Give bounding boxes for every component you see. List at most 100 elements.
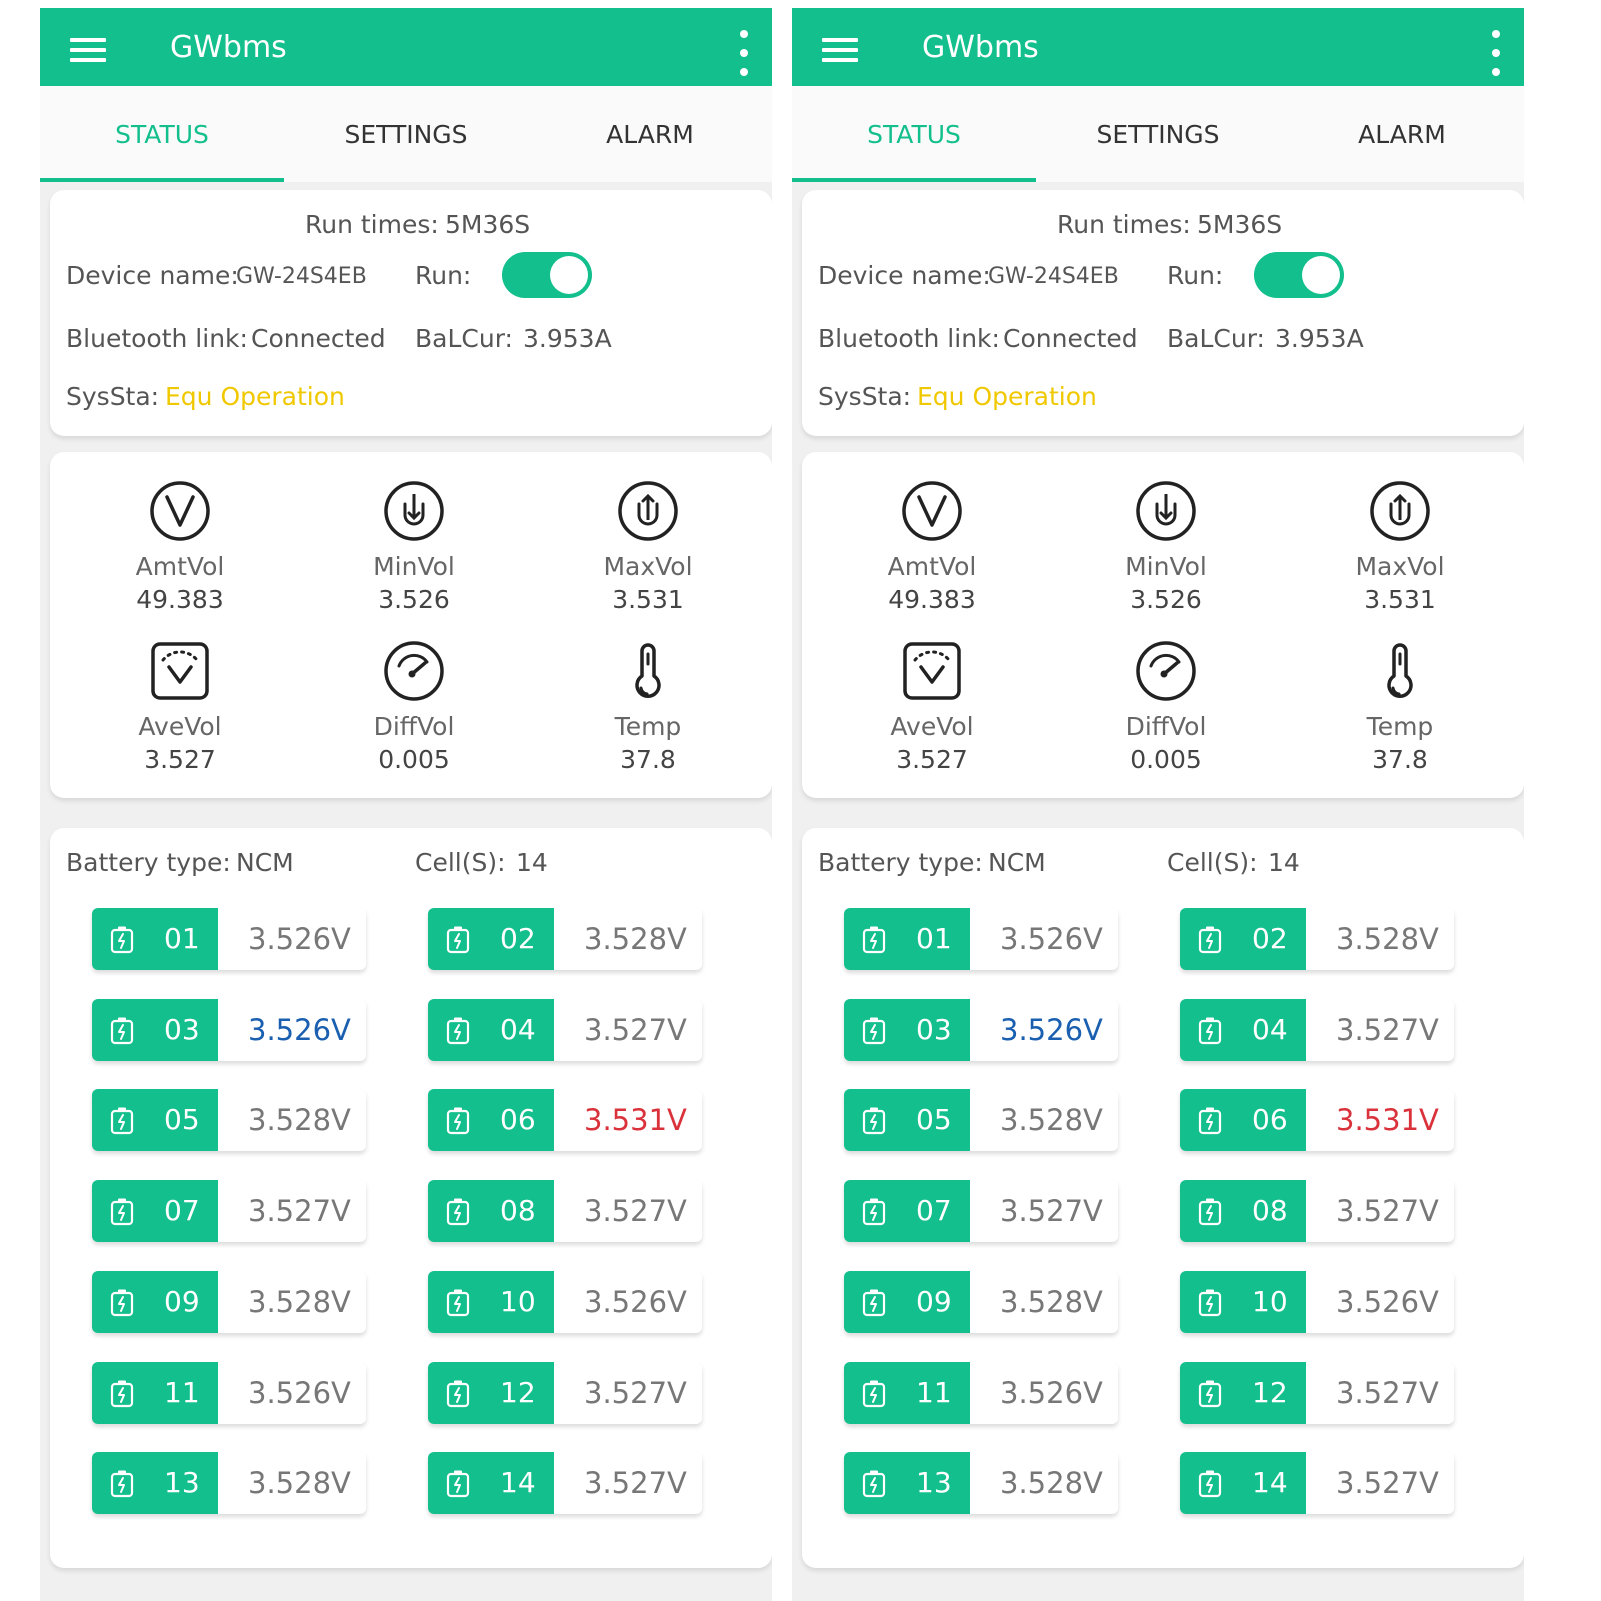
cell-number: 01 [164, 922, 200, 955]
cell-number: 09 [916, 1284, 952, 1318]
tab-bar: STATUS SETTINGS ALARM [792, 86, 1524, 182]
cell-voltage-item: 08 3.527V [1180, 1180, 1454, 1243]
cell-voltage: 3.528V [1000, 1103, 1103, 1138]
metric-temp: Temp 37.8 [548, 640, 748, 774]
device-name-value: GW-24S4EB [236, 264, 367, 289]
metric-value: 3.531 [1364, 585, 1436, 614]
battery-icon [446, 1289, 470, 1316]
cell-number: 06 [500, 1103, 536, 1137]
battery-icon [862, 1470, 886, 1498]
cell-voltage-item: 06 3.531V [1180, 1089, 1454, 1152]
cell-voltage: 3.528V [1336, 922, 1439, 956]
cell-voltage: 3.527V [1000, 1194, 1103, 1229]
battery-icon [1198, 1198, 1222, 1226]
cell-number-tag: 14 [428, 1452, 554, 1515]
metric-temp: Temp 37.8 [1300, 640, 1500, 774]
cell-voltage-item: 08 3.527V [428, 1180, 702, 1243]
battery-icon [862, 926, 886, 954]
device-name-label: Device name: [66, 261, 239, 290]
cell-number: 14 [1252, 1466, 1288, 1500]
run-toggle[interactable] [502, 252, 592, 298]
device-name-label: Device name: [818, 261, 991, 290]
tab-settings[interactable]: SETTINGS [1036, 86, 1280, 182]
metric-value: 3.526 [378, 585, 450, 614]
cell-voltage: 3.527V [1336, 1012, 1439, 1047]
metric-value: 37.8 [1372, 745, 1428, 774]
cell-number: 09 [164, 1284, 200, 1318]
cell-number-tag: 05 [92, 1089, 218, 1152]
cell-number: 12 [1252, 1375, 1288, 1409]
cell-count-value: 14 [516, 848, 548, 877]
cell-number: 10 [500, 1284, 536, 1318]
tab-alarm[interactable]: ALARM [1280, 86, 1524, 182]
cell-voltage: 3.527V [1336, 1466, 1439, 1501]
tab-settings[interactable]: SETTINGS [284, 86, 528, 182]
status-info-card: Run times: 5M36S Device name: GW-24S4EB … [802, 190, 1524, 436]
min-voltage-icon [384, 481, 444, 541]
min-voltage-icon [1136, 481, 1196, 541]
cell-voltage-item: 11 3.526V [844, 1361, 1118, 1424]
battery-icon [446, 1107, 470, 1135]
menu-icon[interactable] [822, 38, 858, 62]
battery-type-label: Battery type: [818, 848, 983, 877]
bluetooth-link-value: Connected [1003, 324, 1138, 353]
cell-voltage-item: 05 3.528V [844, 1089, 1118, 1152]
cell-number: 11 [916, 1375, 952, 1409]
tab-status[interactable]: STATUS [40, 86, 284, 182]
run-toggle[interactable] [1254, 252, 1344, 298]
metric-maxvol: MaxVol 3.531 [1300, 480, 1500, 614]
metric-label: AveVol [890, 712, 974, 741]
cell-voltage-item: 01 3.526V [844, 908, 1118, 970]
metrics-card: AmtVol 49.383 MinVol 3.526 MaxVol 3.531 [802, 452, 1524, 798]
battery-icon [1198, 1017, 1222, 1044]
metric-diffvol: DiffVol 0.005 [1066, 640, 1266, 774]
battery-type-label: Battery type: [66, 848, 231, 877]
phone-screen-left: GWbms STATUS SETTINGS ALARM Run times: 5… [40, 8, 772, 1601]
cell-number: 07 [164, 1194, 200, 1228]
toggle-knob [550, 256, 588, 294]
cell-number: 13 [164, 1466, 200, 1500]
thermometer-icon [635, 643, 661, 698]
cells-card: Battery type: NCM Cell(S): 14 01 3.526V 02… [50, 828, 772, 1568]
cell-number: 12 [500, 1375, 536, 1409]
bluetooth-link-label: Bluetooth link: [818, 324, 1000, 353]
tab-bar: STATUS SETTINGS ALARM [40, 86, 772, 182]
battery-icon [110, 1289, 134, 1316]
voltage-icon [902, 481, 962, 541]
cell-voltage: 3.531V [584, 1103, 687, 1138]
cell-voltage: 3.528V [248, 1103, 351, 1138]
cell-voltage-item: 10 3.526V [1180, 1270, 1454, 1333]
battery-icon [110, 1107, 134, 1135]
run-times-value: 5M36S [445, 210, 531, 239]
menu-icon[interactable] [70, 38, 106, 62]
cell-number-tag: 06 [428, 1089, 554, 1152]
battery-icon [110, 1017, 134, 1044]
cell-voltage-item: 02 3.528V [1180, 908, 1454, 970]
battery-icon [446, 1470, 470, 1498]
cell-count-value: 14 [1268, 848, 1300, 877]
tab-alarm[interactable]: ALARM [528, 86, 772, 182]
cell-voltage: 3.526V [1336, 1284, 1439, 1319]
metric-value: 0.005 [378, 745, 450, 774]
metric-amtvol: AmtVol 49.383 [832, 480, 1032, 614]
more-options-icon[interactable] [1492, 30, 1502, 82]
cell-count-label: Cell(S): [1167, 848, 1258, 877]
cell-number: 02 [1252, 922, 1288, 955]
cell-number-tag: 01 [844, 908, 970, 970]
cell-number: 05 [916, 1103, 952, 1137]
metric-avevol: AveVol 3.527 [80, 640, 280, 774]
cell-number-tag: 10 [428, 1270, 554, 1333]
cell-number: 13 [916, 1466, 952, 1500]
cell-voltage: 3.526V [584, 1284, 687, 1319]
metric-value: 37.8 [620, 745, 676, 774]
cell-number-tag: 09 [844, 1270, 970, 1333]
cell-voltage-item: 01 3.526V [92, 908, 366, 970]
more-options-icon[interactable] [740, 30, 750, 82]
cell-voltage-item: 02 3.528V [428, 908, 702, 970]
cell-voltage: 3.526V [248, 922, 351, 956]
cell-voltage-item: 12 3.527V [428, 1361, 702, 1424]
cell-voltage: 3.526V [248, 1375, 351, 1410]
tab-status[interactable]: STATUS [792, 86, 1036, 182]
balcur-label: BaLCur: [415, 324, 513, 353]
metric-value: 3.526 [1130, 585, 1202, 614]
